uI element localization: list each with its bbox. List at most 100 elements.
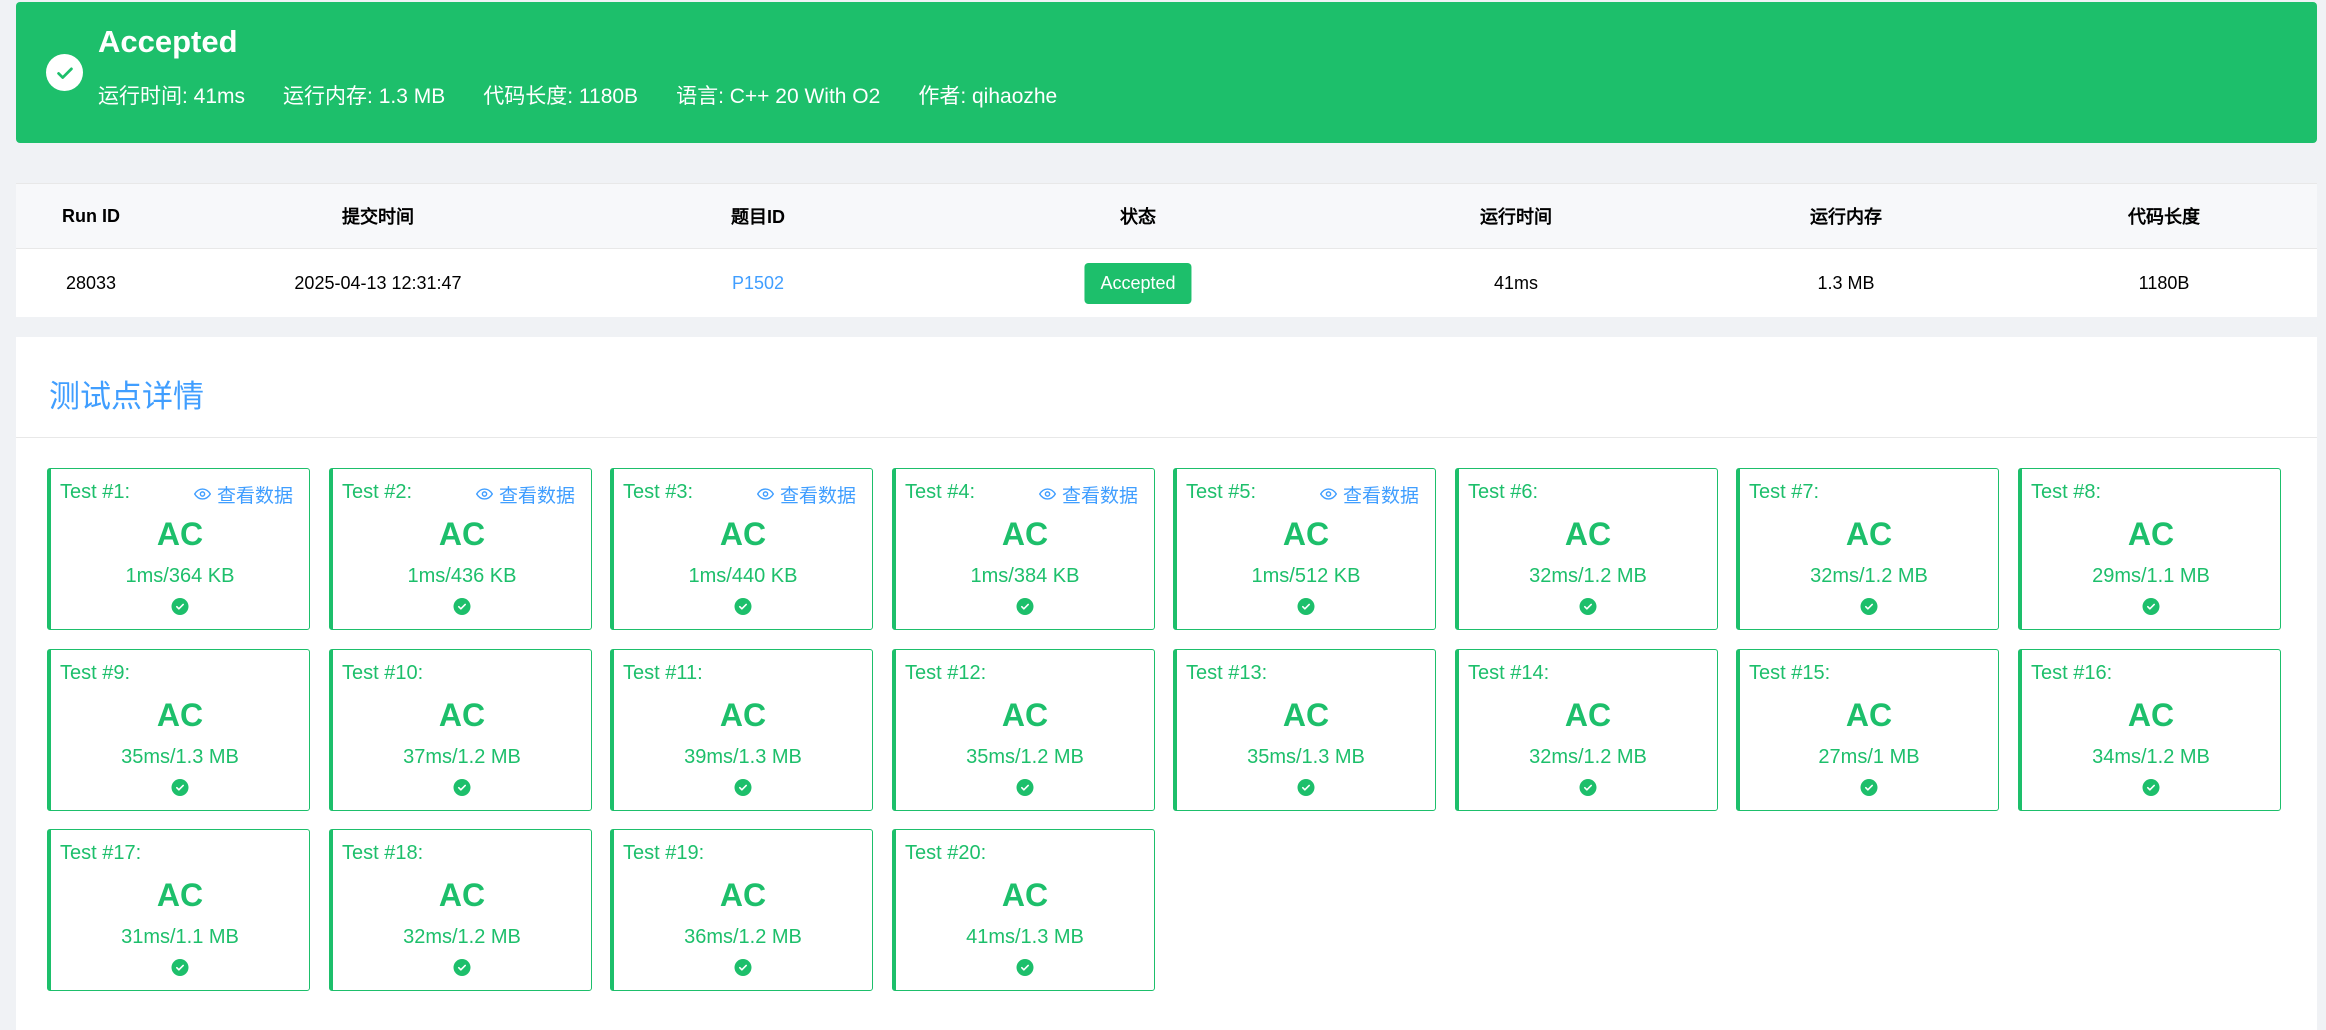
check-circle-icon [1297,779,1315,796]
check-circle-icon [1016,779,1034,796]
test-case-stats: 1ms/440 KB [688,565,798,587]
divider [16,437,2317,438]
test-case-stats: 27ms/1 MB [1818,746,1920,768]
test-case-card: Test #10: AC 37ms/1.2 MB [329,649,592,811]
view-data-label: 查看数据 [1342,486,1419,507]
test-case-label: Test #18: [342,842,424,864]
test-case-status: AC [438,877,486,913]
check-circle-icon [2142,779,2160,796]
author-metric: 作者: qihaozhe [918,85,1058,108]
view-data-link[interactable]: 查看数据 [1319,481,1419,508]
check-circle-icon [171,779,189,796]
test-case-label: Test #13: [1186,662,1268,684]
test-case-label: Test #20: [905,842,987,864]
run-time-metric: 运行时间: 41ms [98,85,246,108]
submit-time-cell: 2025-04-13 12:31:47 [294,272,462,293]
test-case-stats: 39ms/1.3 MB [684,746,802,768]
test-case-label: Test #16: [2031,662,2113,684]
test-case-status: AC [2127,697,2175,733]
header-run-time: 运行时间 [1480,207,1552,227]
test-case-status: AC [719,697,767,733]
test-case-card: Test #1: 查看数据 AC 1ms/364 KB [47,468,310,630]
status-badge: Accepted [1084,262,1192,304]
view-data-link[interactable]: 查看数据 [756,481,856,508]
header-run-id: Run ID [62,205,120,226]
test-case-label: Test #11: [623,662,703,684]
check-circle-icon [1579,598,1597,615]
test-case-stats: 29ms/1.1 MB [2092,565,2210,587]
problem-id-link[interactable]: P1502 [732,249,784,317]
language-metric: 语言: C++ 20 With O2 [676,85,881,108]
check-circle-icon [1016,959,1034,976]
test-case-label: Test #4: [905,481,976,503]
view-data-link[interactable]: 查看数据 [475,481,575,508]
test-case-stats: 35ms/1.2 MB [966,746,1084,768]
test-case-status: AC [1001,697,1049,733]
run-id-cell: 28033 [65,272,117,293]
check-circle-icon [453,959,471,976]
check-circle-icon [453,598,471,615]
check-circle-icon [1860,598,1878,615]
test-case-status: AC [438,697,486,733]
code-length-metric: 代码长度: 1180B [483,85,639,108]
test-case-status: AC [438,516,486,552]
check-circle-icon [2142,598,2160,615]
eye-icon [475,484,494,506]
test-case-label: Test #10: [342,662,424,684]
check-circle-icon [171,598,189,615]
eye-icon [1038,484,1057,506]
view-data-link[interactable]: 查看数据 [1038,481,1138,508]
test-case-label: Test #14: [1468,662,1550,684]
test-case-card: Test #13: AC 35ms/1.3 MB [1173,649,1436,811]
test-details-title: 测试点详情 [49,379,204,414]
test-case-status: AC [1564,516,1612,552]
test-case-status: AC [156,877,204,913]
test-case-stats: 32ms/1.2 MB [1810,565,1928,587]
test-case-card: Test #16: AC 34ms/1.2 MB [2018,649,2281,811]
test-case-stats: 1ms/512 KB [1251,565,1361,587]
test-case-stats: 36ms/1.2 MB [684,926,802,948]
test-case-card: Test #5: 查看数据 AC 1ms/512 KB [1173,468,1436,630]
test-case-stats: 35ms/1.3 MB [1247,746,1365,768]
test-case-status: AC [156,697,204,733]
test-case-card: Test #18: AC 32ms/1.2 MB [329,829,592,991]
test-case-status: AC [1845,516,1893,552]
memory-cell: 1.3 MB [1817,272,1875,293]
run-time-cell: 41ms [1493,272,1539,293]
test-case-label: Test #2: [342,481,413,503]
test-case-card: Test #7: AC 32ms/1.2 MB [1736,468,1999,630]
header-code-length: 代码长度 [2128,207,2200,227]
check-circle-icon [1297,598,1315,615]
test-case-stats: 32ms/1.2 MB [1529,746,1647,768]
header-status: 状态 [1120,207,1156,227]
header-memory: 运行内存 [1810,207,1882,227]
test-case-label: Test #17: [60,842,142,864]
result-banner: Accepted 运行时间: 41ms 运行内存: 1.3 MB 代码长度: 1… [16,2,2317,143]
test-case-card: Test #6: AC 32ms/1.2 MB [1455,468,1718,630]
status-cell: Accepted [1084,249,1192,317]
test-case-stats: 1ms/364 KB [125,565,235,587]
test-case-stats: 34ms/1.2 MB [2092,746,2210,768]
table-row: 28033 2025-04-13 12:31:47 P1502 Accepted… [16,249,2317,317]
test-case-stats: 32ms/1.2 MB [403,926,521,948]
test-case-label: Test #19: [623,842,705,864]
view-data-label: 查看数据 [216,486,293,507]
test-case-card: Test #11: AC 39ms/1.3 MB [610,649,873,811]
test-case-label: Test #7: [1749,481,1820,503]
test-case-stats: 37ms/1.2 MB [403,746,521,768]
test-case-status: AC [719,877,767,913]
test-case-status: AC [1282,697,1330,733]
header-problem-id: 题目ID [731,207,785,227]
check-circle-icon [734,959,752,976]
test-case-label: Test #3: [623,481,694,503]
test-case-card: Test #9: AC 35ms/1.3 MB [47,649,310,811]
view-data-link[interactable]: 查看数据 [193,481,293,508]
check-circle-icon [46,54,83,91]
check-circle-icon [734,779,752,796]
test-case-card: Test #14: AC 32ms/1.2 MB [1455,649,1718,811]
test-case-label: Test #6: [1468,481,1539,503]
test-case-status: AC [1845,697,1893,733]
test-case-status: AC [2127,516,2175,552]
test-case-status: AC [1564,697,1612,733]
check-circle-icon [1579,779,1597,796]
